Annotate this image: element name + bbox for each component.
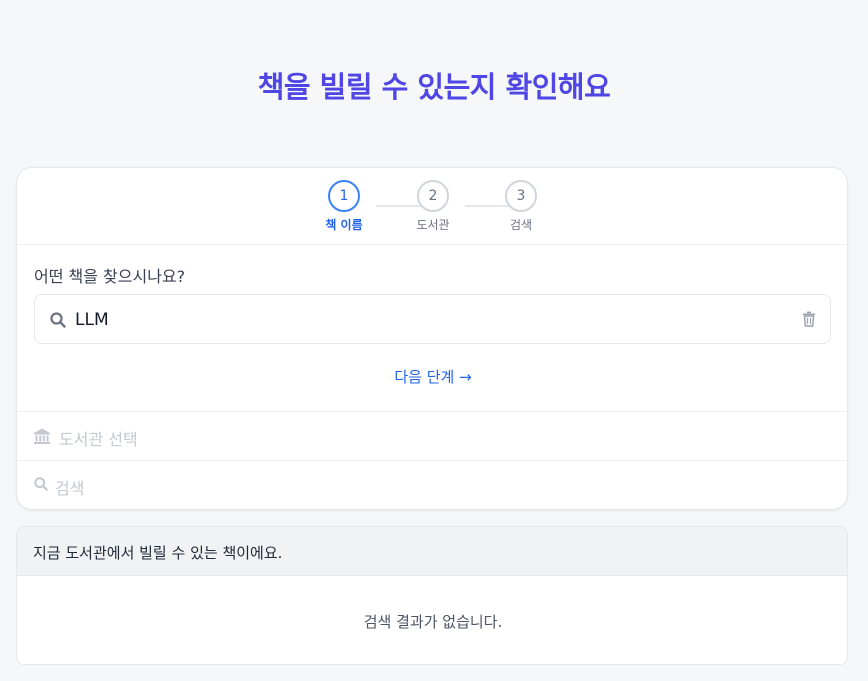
step-label: 책 이름: [325, 218, 363, 232]
search-step-label: 검색: [55, 479, 85, 498]
step-number: 2: [417, 180, 449, 212]
library-select-label: 도서관 선택: [59, 430, 138, 449]
empty-results-message: 검색 결과가 없습니다.: [363, 613, 503, 631]
book-question: 어떤 책을 찾으시나요?: [34, 267, 186, 286]
page-title: 책을 빌릴 수 있는지 확인해요: [257, 70, 611, 104]
library-select-step[interactable]: 도서관 선택: [17, 411, 847, 460]
step-label: 도서관: [416, 218, 450, 232]
next-step-button[interactable]: 다음 단계 →: [17, 366, 847, 387]
step-number: 3: [505, 180, 537, 212]
step-label: 검색: [509, 218, 533, 232]
divider: [17, 244, 847, 245]
library-icon: [33, 427, 51, 449]
stepper: 1 책 이름 2 도서관 3 검색: [17, 180, 847, 246]
search-icon: [33, 476, 49, 496]
step-search[interactable]: 3 검색: [491, 180, 551, 233]
results-panel: 지금 도서관에서 빌릴 수 있는 책이에요. 검색 결과가 없습니다.: [16, 526, 848, 665]
trash-icon[interactable]: [802, 311, 816, 331]
search-step[interactable]: 검색: [17, 460, 847, 509]
results-header: 지금 도서관에서 빌릴 수 있는 책이에요.: [17, 527, 847, 576]
book-search-input[interactable]: [75, 307, 775, 333]
search-icon: [49, 311, 67, 333]
book-search-box: [34, 294, 831, 344]
step-book-name[interactable]: 1 책 이름: [314, 180, 374, 233]
search-wizard-card: 1 책 이름 2 도서관 3 검색 어떤 책을 찾으시나요? LLM 다음 단계…: [16, 167, 848, 510]
step-library[interactable]: 2 도서관: [403, 180, 463, 233]
step-number: 1: [328, 180, 360, 212]
